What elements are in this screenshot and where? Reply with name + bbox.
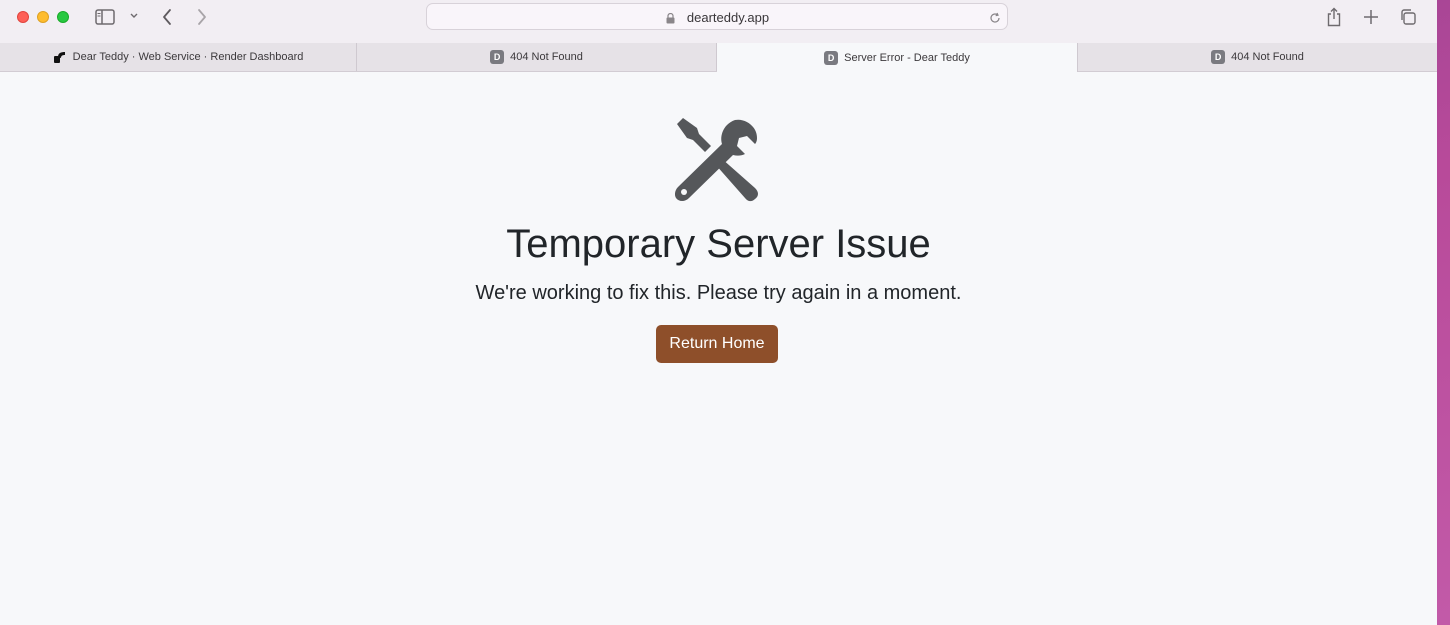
- tab-label: 404 Not Found: [510, 51, 583, 63]
- forward-icon[interactable]: [193, 6, 211, 28]
- tab-render-dashboard[interactable]: Dear Teddy · Web Service · Render Dashbo…: [0, 43, 357, 71]
- close-window-button[interactable]: [17, 11, 29, 23]
- address-bar[interactable]: dearteddy.app: [426, 3, 1008, 30]
- browser-toolbar: dearteddy.app: [0, 0, 1437, 44]
- tab-404-not-found[interactable]: D 404 Not Found: [357, 43, 717, 71]
- zoom-window-button[interactable]: [57, 11, 69, 23]
- d-favicon-icon: D: [1211, 50, 1226, 64]
- back-icon[interactable]: [158, 6, 176, 28]
- share-icon[interactable]: [1323, 5, 1345, 29]
- tab-server-error[interactable]: D Server Error - Dear Teddy: [717, 43, 1078, 72]
- browser-window: dearteddy.app Dear Teddy · Web Service ·…: [0, 0, 1437, 625]
- tab-bar: Dear Teddy · Web Service · Render Dashbo…: [0, 43, 1437, 72]
- new-tab-icon[interactable]: [1360, 6, 1382, 28]
- render-logo-icon: [53, 50, 67, 64]
- page-content: Temporary Server Issue We're working to …: [0, 72, 1437, 625]
- chevron-down-icon[interactable]: [127, 9, 141, 23]
- tab-label: Dear Teddy · Web Service · Render Dashbo…: [72, 51, 304, 63]
- tab-label: Server Error - Dear Teddy: [844, 51, 970, 64]
- minimize-window-button[interactable]: [37, 11, 49, 23]
- reload-icon[interactable]: [989, 11, 1001, 29]
- tab-overview-icon[interactable]: [1397, 6, 1419, 28]
- d-favicon-icon: D: [824, 50, 839, 65]
- return-home-button[interactable]: Return Home: [656, 325, 778, 363]
- address-text: dearteddy.app: [686, 10, 770, 25]
- d-favicon-icon: D: [490, 50, 505, 64]
- page-title: Temporary Server Issue: [506, 222, 931, 266]
- sidebar-toggle-icon[interactable]: [94, 7, 116, 27]
- error-message: We're working to fix this. Please try ag…: [475, 282, 962, 304]
- tab-label: 404 Not Found: [1231, 51, 1304, 63]
- tab-404-not-found-2[interactable]: D 404 Not Found: [1078, 43, 1437, 71]
- tools-icon: [675, 118, 758, 202]
